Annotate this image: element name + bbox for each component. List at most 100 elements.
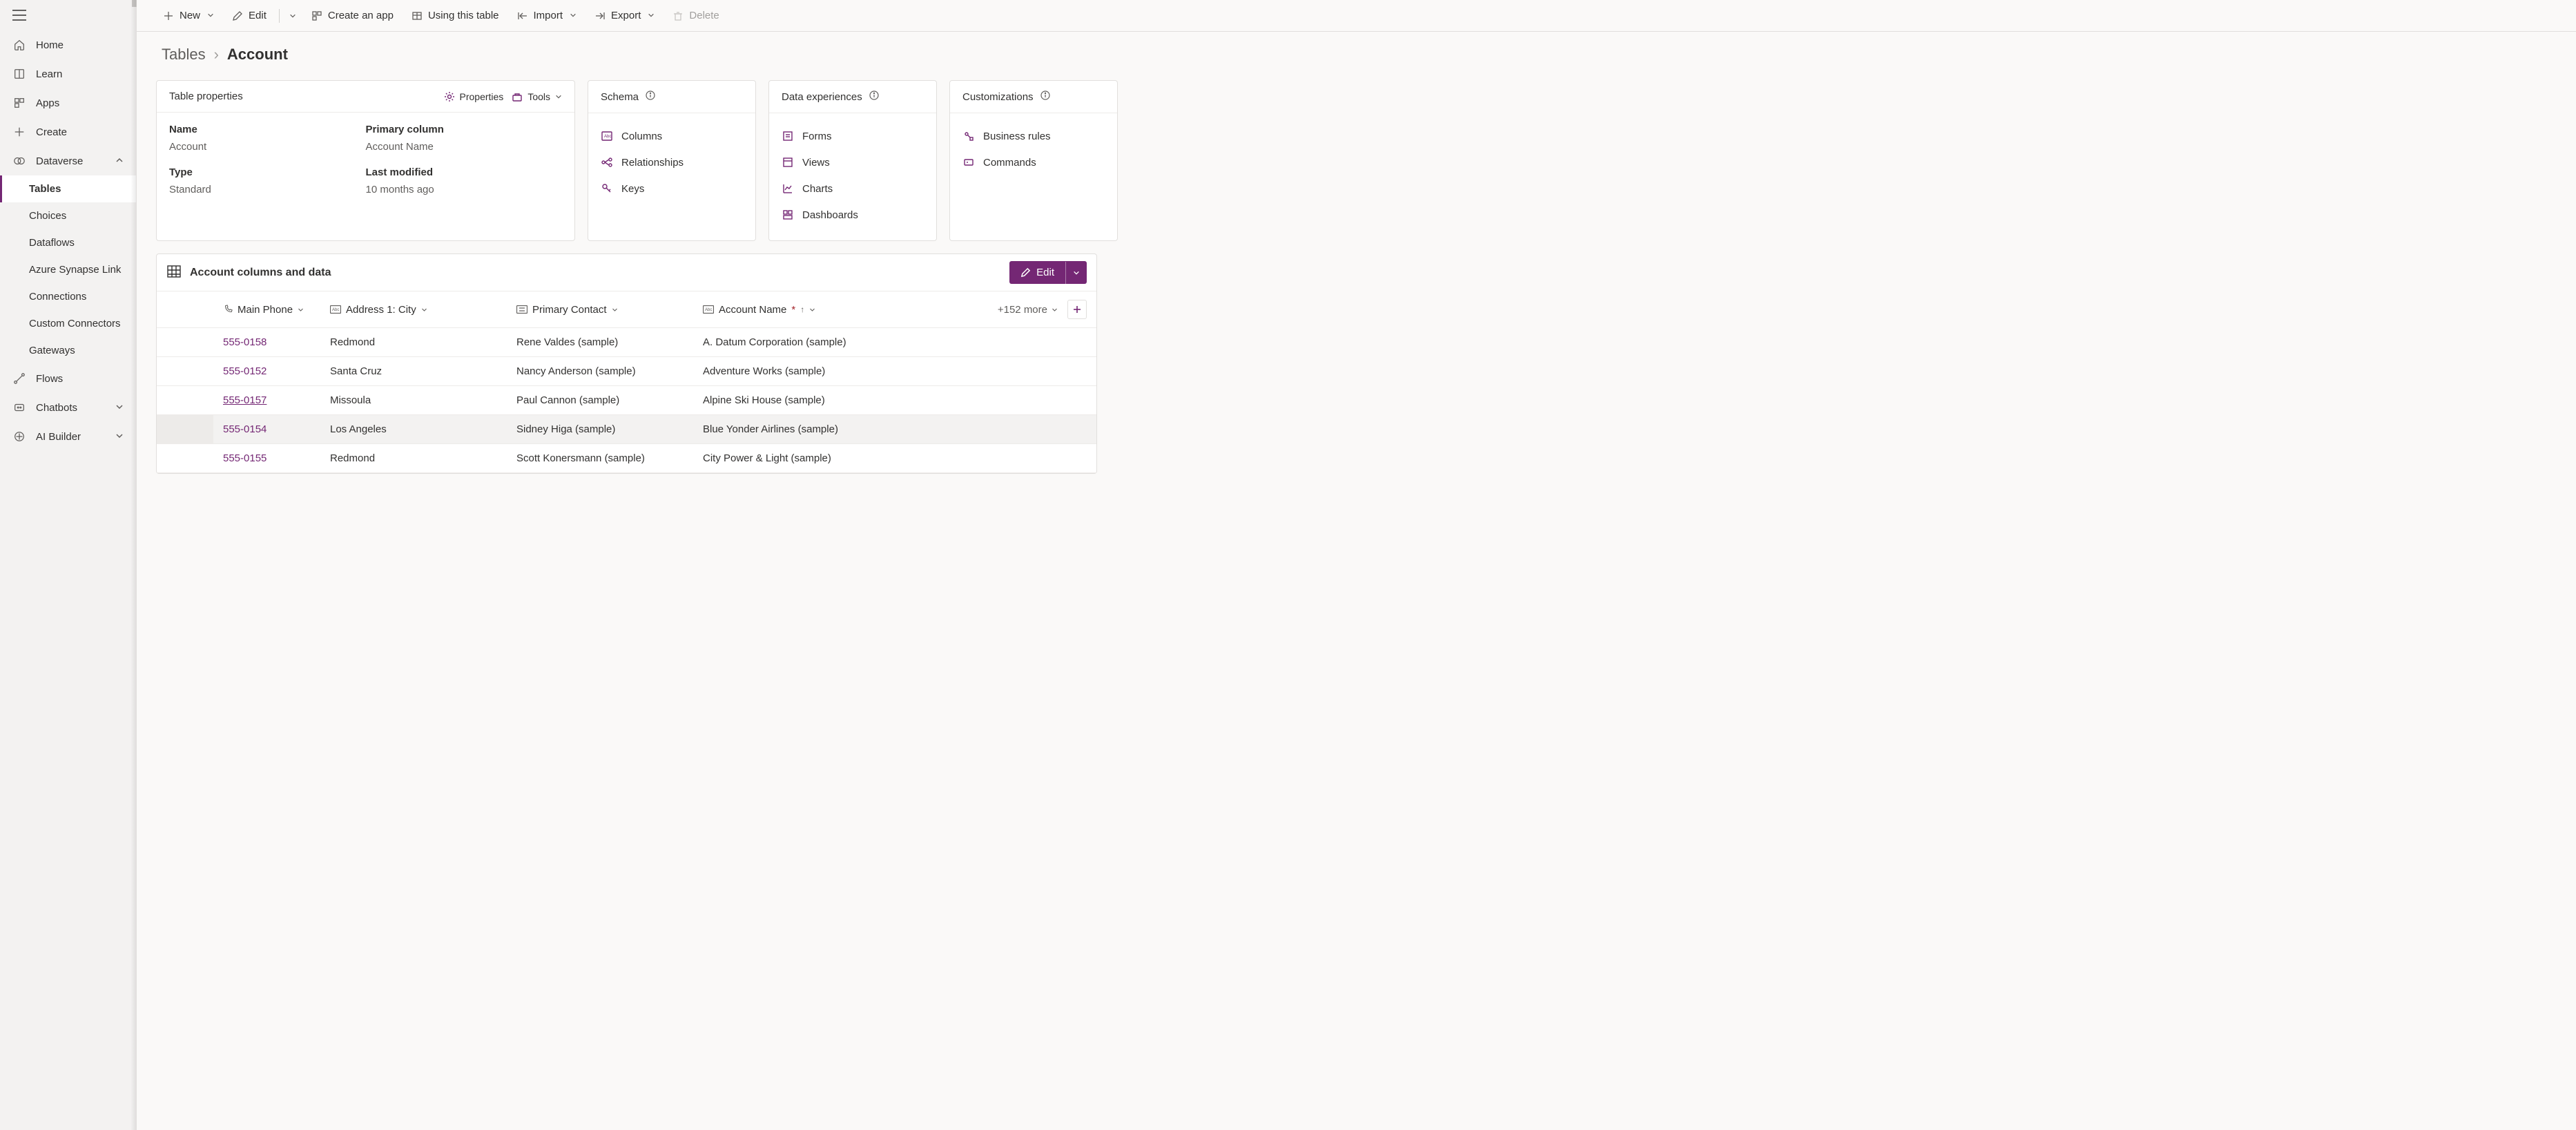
row-selector[interactable]: [157, 357, 213, 386]
cell-phone[interactable]: 555-0157: [223, 394, 267, 406]
row-selector[interactable]: [157, 415, 213, 444]
prop-type-value: Standard: [169, 184, 366, 205]
nav-choices[interactable]: Choices: [0, 202, 136, 229]
link-keys[interactable]: Keys: [601, 177, 743, 200]
link-columns[interactable]: Abc Columns: [601, 124, 743, 148]
export-icon: [594, 10, 606, 21]
cell-account[interactable]: Adventure Works (sample): [703, 365, 825, 377]
cell-contact[interactable]: Nancy Anderson (sample): [516, 365, 636, 377]
cell-phone[interactable]: 555-0158: [223, 336, 267, 348]
cmd-import[interactable]: Import: [510, 4, 584, 27]
prop-primary-value: Account Name: [366, 141, 563, 162]
row-selector[interactable]: [157, 444, 213, 473]
text-icon: Abc: [703, 305, 714, 314]
table-row[interactable]: 555-0155 Redmond Scott Konersmann (sampl…: [157, 444, 1096, 473]
charts-icon: [782, 182, 794, 195]
divider: [279, 9, 280, 23]
apps-icon: [12, 96, 26, 110]
link-relationships[interactable]: Relationships: [601, 151, 743, 174]
cmd-create-app[interactable]: Create an app: [304, 4, 400, 27]
link-forms[interactable]: Forms: [782, 124, 924, 148]
cell-phone[interactable]: 555-0154: [223, 423, 267, 435]
chevron-right-icon: ›: [214, 46, 219, 64]
nav-dataflows[interactable]: Dataflows: [0, 229, 136, 256]
cell-phone[interactable]: 555-0155: [223, 452, 267, 464]
app-icon: [311, 10, 322, 21]
nav-home[interactable]: Home: [0, 30, 136, 59]
cell-account[interactable]: A. Datum Corporation (sample): [703, 336, 846, 348]
cell-contact[interactable]: Rene Valdes (sample): [516, 336, 618, 348]
nav-ai-builder[interactable]: AI Builder: [0, 422, 136, 451]
data-section-title: Account columns and data: [190, 267, 331, 279]
cell-city[interactable]: Los Angeles: [330, 423, 387, 435]
link-views[interactable]: Views: [782, 151, 924, 174]
cmd-edit-split[interactable]: [285, 5, 300, 27]
sort-asc-icon: ↑: [800, 305, 804, 314]
info-icon[interactable]: [646, 90, 655, 103]
cell-city[interactable]: Redmond: [330, 336, 375, 348]
add-column-button[interactable]: [1067, 300, 1087, 319]
table-row[interactable]: 555-0152 Santa Cruz Nancy Anderson (samp…: [157, 357, 1096, 386]
plus-icon: [12, 125, 26, 139]
table-row[interactable]: 555-0154 Los Angeles Sidney Higa (sample…: [157, 415, 1096, 444]
nav-chatbots[interactable]: Chatbots: [0, 393, 136, 422]
cmd-new[interactable]: New: [156, 4, 221, 27]
table-row[interactable]: 555-0158 Redmond Rene Valdes (sample) A.…: [157, 328, 1096, 357]
more-columns-button[interactable]: +152 more: [998, 304, 1058, 316]
card-customizations: Customizations Business rules Commands: [949, 80, 1118, 241]
edit-data-split[interactable]: [1065, 262, 1087, 284]
col-header-phone[interactable]: Main Phone: [223, 304, 311, 316]
chevron-down-icon: [115, 431, 124, 443]
cmd-using-table[interactable]: Using this table: [405, 4, 506, 27]
nav-synapse[interactable]: Azure Synapse Link: [0, 256, 136, 283]
action-tools[interactable]: Tools: [512, 91, 562, 102]
row-selector[interactable]: [157, 328, 213, 357]
cmd-delete: Delete: [666, 4, 726, 27]
info-icon[interactable]: [869, 90, 879, 103]
main-content: New Edit Create an app Using this table: [137, 0, 2576, 1130]
nav-dataverse[interactable]: Dataverse: [0, 146, 136, 175]
card-data-exp-title: Data experiences: [782, 91, 862, 103]
link-commands[interactable]: Commands: [962, 151, 1105, 174]
sidebar-scrollbar-thumb[interactable]: [132, 0, 137, 7]
cell-contact[interactable]: Sidney Higa (sample): [516, 423, 615, 435]
nav-custom-connectors[interactable]: Custom Connectors: [0, 310, 136, 337]
col-header-contact[interactable]: Primary Contact: [516, 304, 684, 316]
cell-phone[interactable]: 555-0152: [223, 365, 267, 377]
cmd-export[interactable]: Export: [588, 4, 661, 27]
link-charts[interactable]: Charts: [782, 177, 924, 200]
cell-account[interactable]: Blue Yonder Airlines (sample): [703, 423, 838, 435]
nav-connections[interactable]: Connections: [0, 283, 136, 310]
cell-contact[interactable]: Paul Cannon (sample): [516, 394, 619, 406]
col-header-city[interactable]: Abc Address 1: City: [330, 304, 497, 316]
cell-contact[interactable]: Scott Konersmann (sample): [516, 452, 645, 464]
cell-city[interactable]: Santa Cruz: [330, 365, 382, 377]
nav-create[interactable]: Create: [0, 117, 136, 146]
cell-city[interactable]: Redmond: [330, 452, 375, 464]
link-business-rules[interactable]: Business rules: [962, 124, 1105, 148]
link-dashboards[interactable]: Dashboards: [782, 203, 924, 227]
forms-icon: [782, 130, 794, 142]
breadcrumb-parent[interactable]: Tables: [162, 46, 206, 64]
info-icon[interactable]: [1040, 90, 1050, 103]
nav-gateways[interactable]: Gateways: [0, 337, 136, 364]
cmd-edit[interactable]: Edit: [225, 4, 273, 27]
edit-data-button[interactable]: Edit: [1009, 261, 1087, 284]
row-selector[interactable]: [157, 386, 213, 415]
cell-account[interactable]: City Power & Light (sample): [703, 452, 831, 464]
nav-dataflows-label: Dataflows: [29, 237, 75, 249]
col-header-account[interactable]: Abc Account Name * ↑: [703, 304, 870, 316]
table-row[interactable]: 555-0157 Missoula Paul Cannon (sample) A…: [157, 386, 1096, 415]
nav-tables[interactable]: Tables: [0, 175, 136, 202]
relationships-icon: [601, 156, 613, 169]
cell-account[interactable]: Alpine Ski House (sample): [703, 394, 825, 406]
nav-learn[interactable]: Learn: [0, 59, 136, 88]
nav-apps[interactable]: Apps: [0, 88, 136, 117]
cell-city[interactable]: Missoula: [330, 394, 371, 406]
action-properties[interactable]: Properties: [444, 91, 504, 102]
nav-flows[interactable]: Flows: [0, 364, 136, 393]
content-scroll[interactable]: Tables › Account Table properties Proper…: [137, 32, 2576, 1130]
card-schema-title: Schema: [601, 91, 639, 103]
col-phone-label: Main Phone: [238, 304, 293, 316]
hamburger-button[interactable]: [0, 0, 136, 30]
